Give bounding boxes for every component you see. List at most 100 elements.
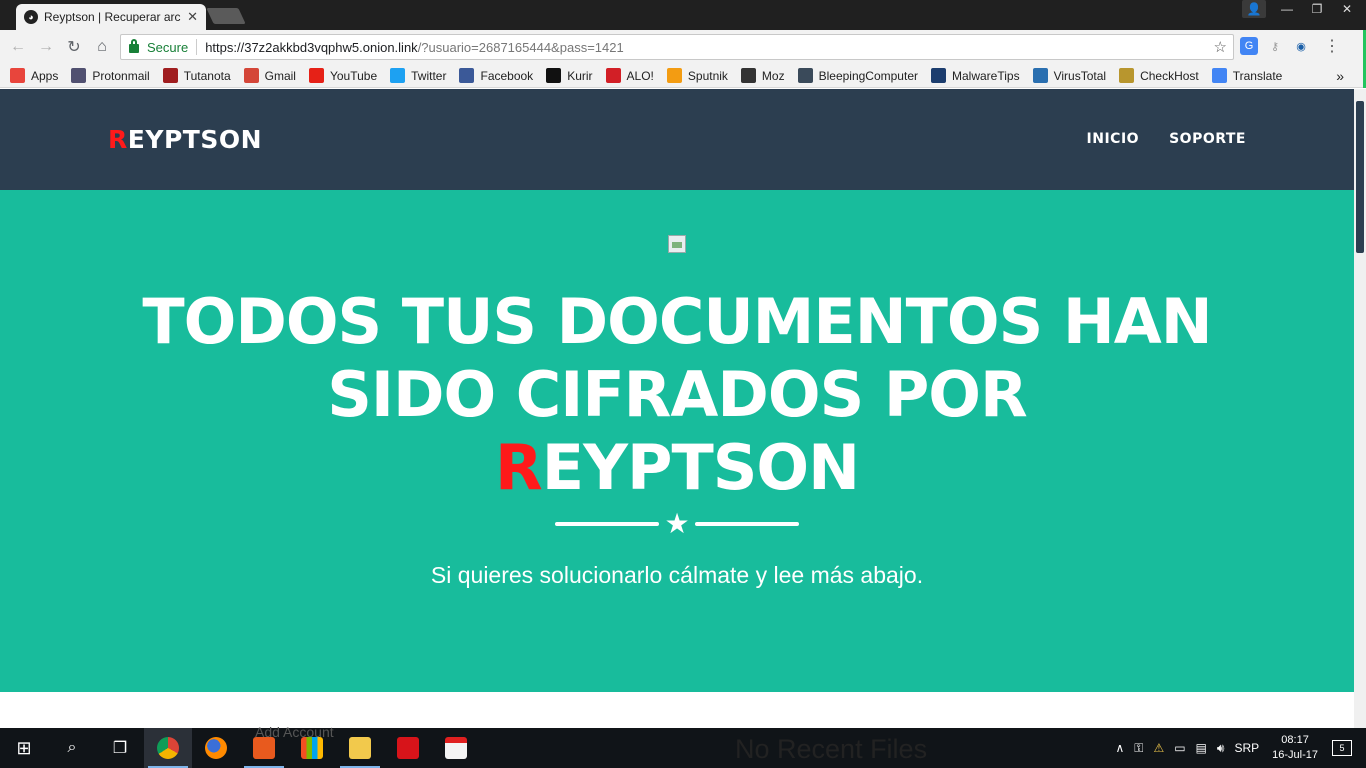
headline-brand-rest: EYPTSON [541, 431, 860, 504]
taskbar-firefox[interactable] [192, 728, 240, 768]
bookmark-moz[interactable]: Moz [740, 68, 785, 83]
bookmark-label: Twitter [411, 68, 447, 83]
scrollbar-thumb[interactable] [1356, 101, 1364, 253]
reyptson-favicon-icon: ◕ [24, 10, 38, 24]
more-bookmarks-icon[interactable]: » [1336, 68, 1344, 84]
bookmark-label: ALO! [626, 68, 654, 83]
bookmark-label: Protonmail [92, 68, 150, 83]
bookmark-virustotal[interactable]: VirusTotal [1032, 68, 1106, 83]
bookmark-tutanota[interactable]: Tutanota [162, 68, 231, 83]
bookmark-label: CheckHost [1140, 68, 1199, 83]
sputnik-icon [666, 68, 682, 83]
profile-icon[interactable]: 👤 [1242, 0, 1266, 18]
nav-inicio-link[interactable]: INICIO [1087, 131, 1140, 147]
taskbar-chrome[interactable] [144, 728, 192, 768]
bookmark-label: Sputnik [687, 68, 728, 83]
lock-icon [129, 39, 139, 53]
broken-image-icon [668, 235, 686, 253]
omnibox-separator [196, 39, 198, 55]
close-window-button[interactable]: ✕ [1332, 0, 1362, 18]
star-icon: ★ [664, 508, 690, 539]
nav-soporte-link[interactable]: SOPORTE [1169, 131, 1246, 147]
site-logo[interactable]: REYPTSON [108, 125, 262, 154]
clock-time: 08:17 [1281, 734, 1309, 746]
forward-arrow-icon[interactable]: → [32, 38, 60, 56]
window-controls: 👤 — ❐ ✕ [1242, 0, 1362, 20]
ghost-no-recent-files-text: No Recent Files [735, 734, 928, 764]
bookmark-gmail[interactable]: Gmail [243, 68, 296, 83]
taskbar-pdf[interactable] [432, 728, 480, 768]
bookmark-label: Moz [761, 68, 785, 83]
divider-line-left [555, 522, 659, 526]
home-icon[interactable]: ⌂ [88, 38, 116, 56]
bookmark-sputnik[interactable]: Sputnik [666, 68, 728, 83]
acrobat-icon [397, 737, 419, 759]
protonmail-icon [71, 68, 87, 83]
browser-tab-active[interactable]: ◕ Reyptson | Recuperar arc ✕ [16, 4, 206, 30]
new-tab-button[interactable] [206, 8, 246, 24]
windows-app-icon [301, 737, 323, 759]
moz-icon [740, 68, 756, 83]
address-bar[interactable]: Secure https://37z2akkbd3vqphw5.onion.li… [120, 34, 1234, 60]
back-arrow-icon[interactable]: ← [4, 38, 32, 56]
bookmark-label: Apps [31, 68, 59, 83]
secure-label: Secure [147, 39, 189, 55]
pdf-icon [445, 737, 467, 759]
bookmark-kurir[interactable]: Kurir [546, 68, 593, 83]
restore-button[interactable]: ❐ [1302, 0, 1332, 18]
bookmark-label: Translate [1232, 68, 1283, 83]
clock[interactable]: 08:17 16-Jul-17 [1272, 733, 1318, 763]
start-button[interactable]: ⊞ [0, 728, 48, 768]
taskbar-acrobat[interactable] [384, 728, 432, 768]
google-translate-extension-icon[interactable]: G [1240, 37, 1258, 55]
page-scrollbar[interactable] [1354, 89, 1366, 728]
tab-close-icon[interactable]: ✕ [187, 9, 198, 25]
show-hidden-icons-icon[interactable]: ∧ [1116, 741, 1125, 755]
hero-section: TODOS TUS DOCUMENTOS HAN SIDO CIFRADOS P… [0, 190, 1354, 692]
malwaretips-icon [931, 68, 946, 83]
logo-red-letter: R [108, 125, 128, 154]
headline-line-3: REYPTSON [0, 431, 1354, 504]
headline-red-letter: R [495, 431, 543, 504]
eye-extension-icon[interactable]: ◉ [1292, 37, 1310, 55]
key-extension-icon[interactable]: ⚷ [1266, 37, 1284, 55]
bookmark-translate[interactable]: Translate [1211, 68, 1283, 83]
reload-icon[interactable]: ↻ [60, 37, 88, 57]
hero-subtitle: Si quieres solucionarlo cálmate y lee má… [430, 562, 924, 588]
warning-icon[interactable]: ⚠ [1153, 741, 1164, 755]
bookmark-label: BleepingComputer [818, 68, 918, 83]
volume-icon[interactable]: 🔊︎ [1217, 741, 1225, 756]
bookmark-alo[interactable]: ALO! [605, 68, 654, 83]
notifications-button[interactable]: 5 [1332, 740, 1352, 756]
power-icon[interactable]: ▭ [1174, 741, 1185, 755]
bookmark-facebook[interactable]: Facebook [459, 68, 533, 83]
task-view-icon[interactable]: ❐ [96, 728, 144, 768]
taskbar-file-explorer[interactable] [336, 728, 384, 768]
system-tray: ∧ ⚿ ⚠ ▭ ▤ 🔊︎ SRP 08:17 16-Jul-17 5 [1111, 728, 1366, 768]
windows-taskbar: ⊞ ⌕ ❐ Add Account No Recent Files ∧ ⚿ ⚠ … [0, 724, 1366, 768]
bookmark-label: Gmail [264, 68, 296, 83]
extension-icons: G ⚷ ◉ ⋮ [1240, 36, 1340, 56]
chrome-menu-icon[interactable]: ⋮ [1324, 36, 1340, 56]
minimize-button[interactable]: — [1272, 0, 1302, 18]
bookmark-bleepingcomputer[interactable]: BleepingComputer [797, 68, 918, 83]
search-icon[interactable]: ⌕ [48, 728, 96, 768]
bookmark-checkhost[interactable]: CheckHost [1119, 68, 1199, 83]
bookmark-protonmail[interactable]: Protonmail [71, 68, 150, 83]
language-indicator[interactable]: SRP [1234, 741, 1259, 755]
bleepingcomputer-icon [797, 68, 813, 83]
network-icon[interactable]: ▤ [1196, 741, 1207, 755]
bookmark-youtube[interactable]: YouTube [308, 68, 378, 83]
bookmark-label: YouTube [329, 68, 378, 83]
security-icon[interactable]: ⚿ [1134, 741, 1143, 756]
divider-line-right [695, 522, 799, 526]
youtube-icon [308, 68, 324, 83]
bookmark-star-icon[interactable]: ☆ [1214, 38, 1227, 56]
bookmark-apps[interactable]: Apps [10, 68, 58, 83]
tutanota-icon [162, 68, 178, 83]
gmail-icon [243, 68, 259, 83]
bookmarks-bar: Apps Protonmail Tutanota Gmail YouTube Twitte… [0, 64, 1366, 88]
logo-text: EYPTSON [127, 125, 263, 154]
bookmark-twitter[interactable]: Twitter [390, 68, 446, 83]
bookmark-malwaretips[interactable]: MalwareTips [931, 68, 1020, 83]
